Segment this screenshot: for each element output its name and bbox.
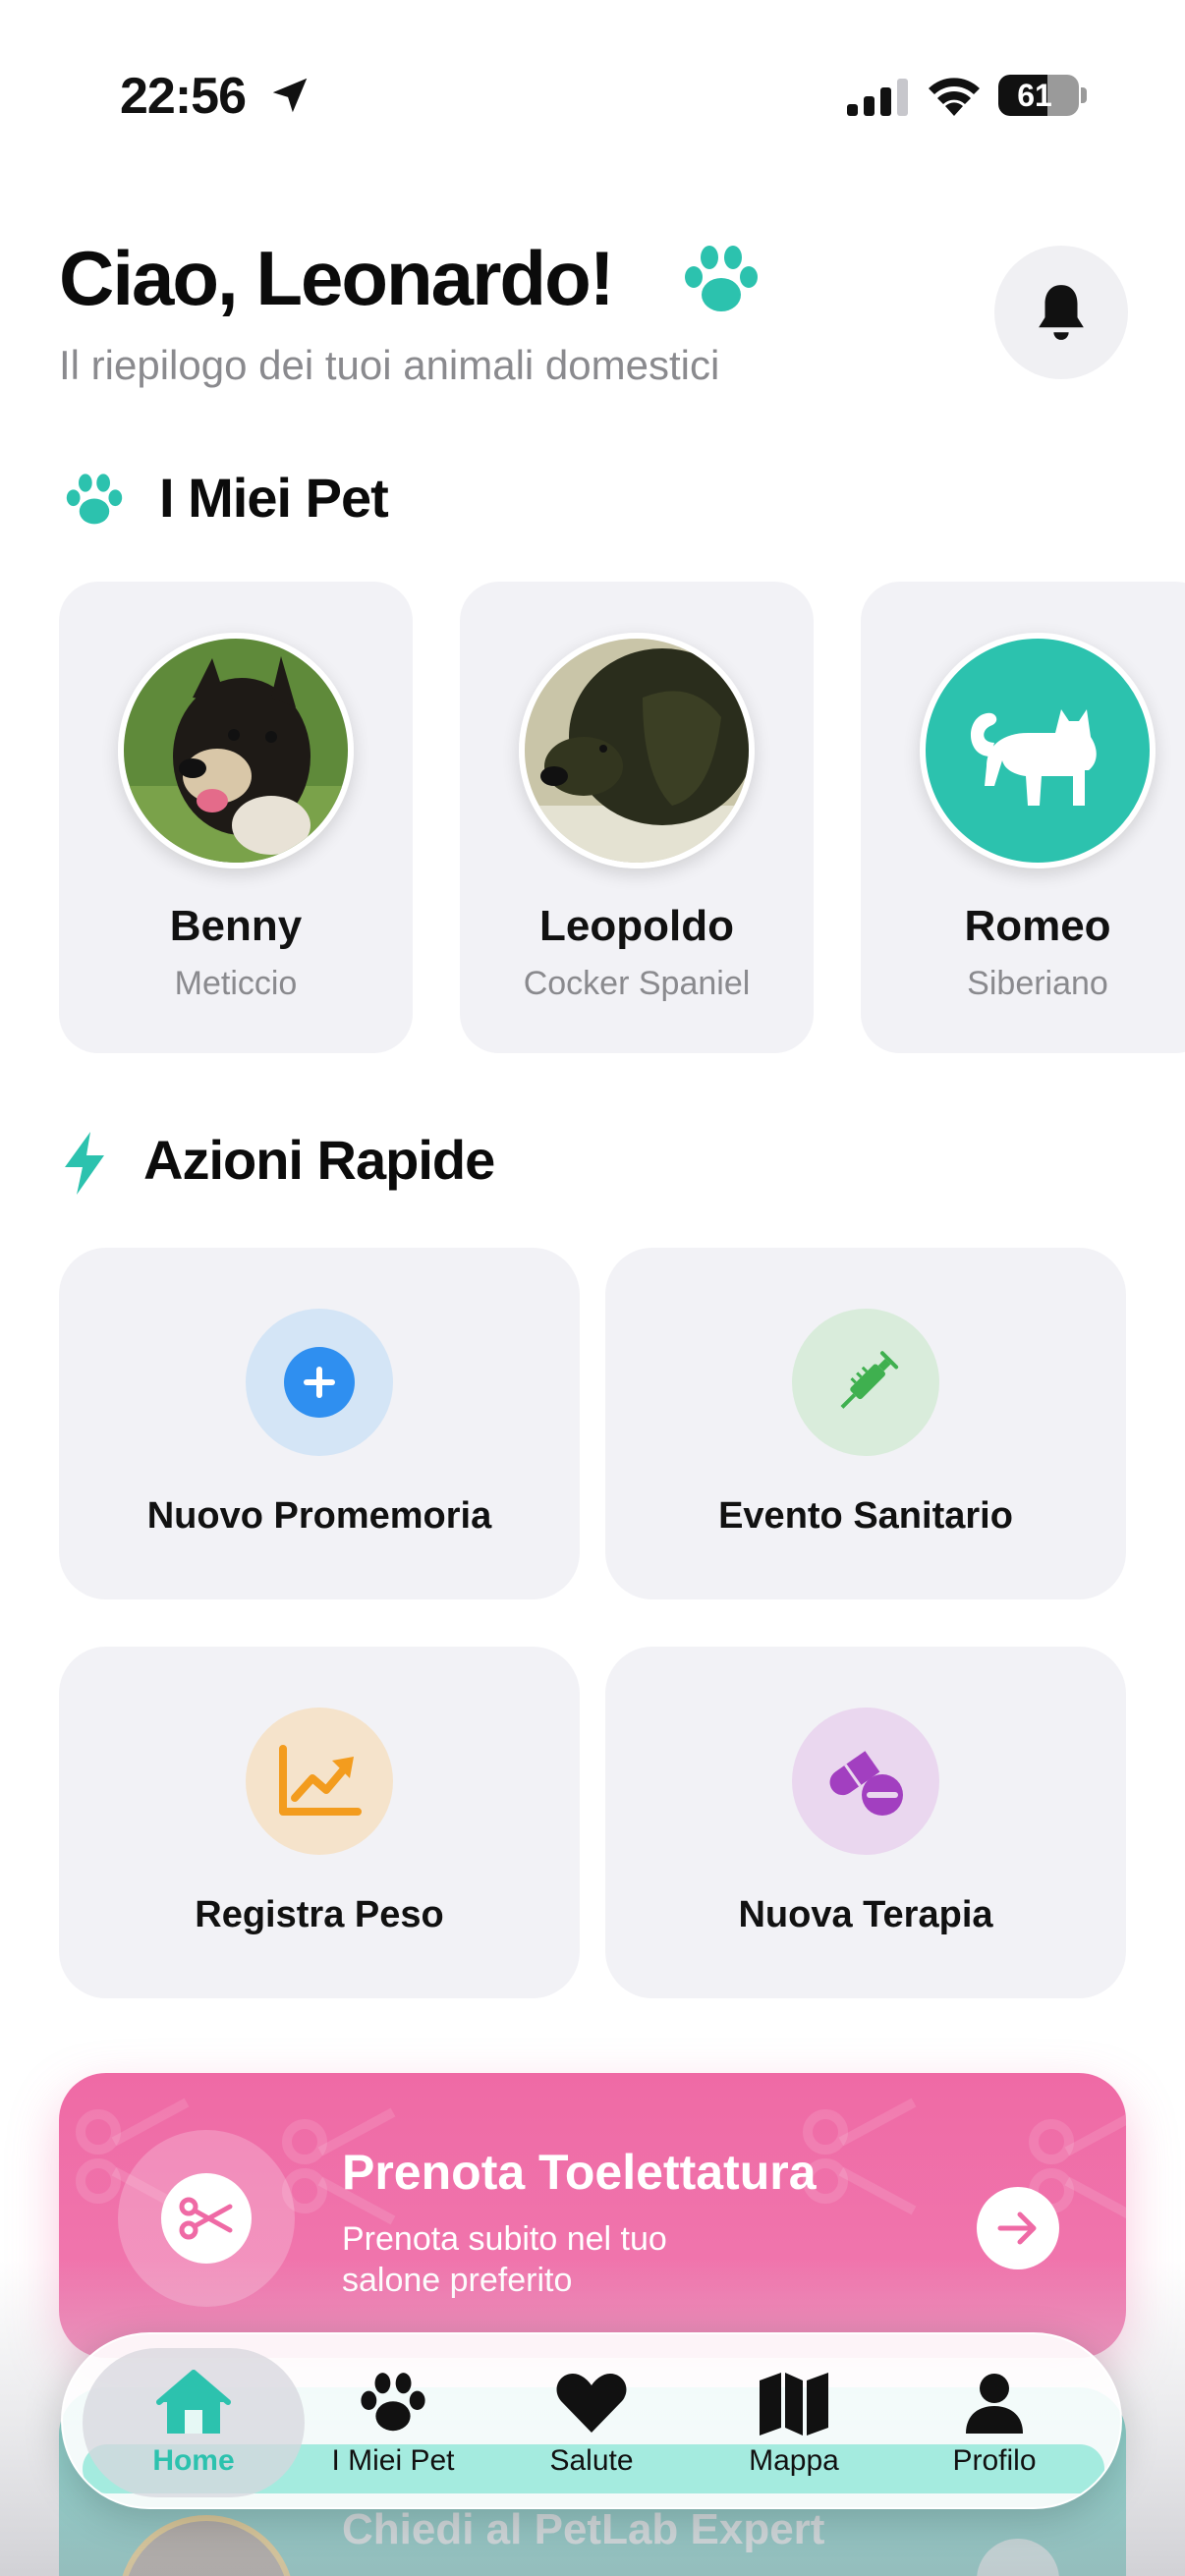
paw-icon [66,474,123,525]
pet-avatar [519,633,755,868]
notifications-button[interactable] [994,246,1128,379]
action-label: Evento Sanitario [718,1495,1013,1537]
tab-home[interactable]: Home [95,2334,292,2507]
action-label: Nuovo Promemoria [146,1495,492,1537]
pet-name: Romeo [964,902,1111,950]
tab-profile[interactable]: Profilo [896,2334,1093,2507]
tab-label: Salute [549,2444,634,2477]
chart-up-icon [279,1745,362,1816]
battery-indicator: 61 [998,75,1079,116]
new-reminder-button[interactable]: Nuovo Promemoria [59,1248,580,1599]
paw-icon [361,2373,425,2432]
house-icon [156,2370,231,2434]
cat-icon [970,709,1097,806]
wifi-icon [929,78,980,116]
tab-label: Profilo [952,2444,1037,2477]
pet-card-benny[interactable]: Benny Meticcio [59,582,413,1053]
status-bar: 22:56 61 [0,0,1185,187]
arrow-right-icon [997,2212,1037,2245]
status-time: 22:56 [120,68,247,125]
map-icon [760,2373,828,2436]
log-weight-button[interactable]: Registra Peso [59,1647,580,1998]
heart-icon [556,2374,627,2433]
pet-breed: Siberiano [967,965,1108,1002]
pet-name: Leopoldo [539,902,734,950]
promo-icon-circle [118,2130,295,2307]
person-icon [966,2374,1023,2434]
tab-bar: Home I Miei Pet Salute Mappa Profilo [61,2332,1122,2509]
promo-arrow-button[interactable] [977,2187,1059,2269]
action-icon-circle [246,1708,393,1855]
greeting-title: Ciao, Leonardo! [59,235,615,321]
tab-my-pets[interactable]: I Miei Pet [295,2334,491,2507]
new-therapy-button[interactable]: Nuova Terapia [605,1647,1126,1998]
header-subtitle: Il riepilogo dei tuoi animali domestici [59,342,720,388]
expert-title: Chiedi al PetLab Expert [342,2505,825,2553]
plus-circle-icon [284,1347,355,1418]
tab-map[interactable]: Mappa [696,2334,892,2507]
promo-text: Prenota subito nel tuo salone preferito [342,2220,667,2299]
paw-icon [685,246,758,311]
action-label: Registra Peso [195,1894,444,1935]
syringe-icon [840,1351,899,1409]
pet-name: Benny [169,902,303,950]
expert-arrow-button[interactable] [977,2539,1059,2576]
action-icon-circle [792,1708,939,1855]
action-icon-circle [792,1309,939,1456]
pills-icon [829,1751,903,1816]
bell-icon [1039,285,1084,340]
action-icon-circle [246,1309,393,1456]
location-arrow-icon [272,78,308,113]
pet-breed: Meticcio [174,965,298,1002]
dog-photo [525,639,749,863]
health-event-button[interactable]: Evento Sanitario [605,1248,1126,1599]
pet-breed: Cocker Spaniel [523,965,751,1002]
tab-label: I Miei Pet [331,2444,455,2477]
pet-card-romeo[interactable]: Romeo Siberiano [861,582,1185,1053]
quick-actions-title: Azioni Rapide [143,1129,495,1191]
pet-avatar [118,633,354,868]
bolt-icon [65,1132,104,1195]
action-label: Nuova Terapia [738,1894,993,1935]
battery-tip [1081,87,1087,103]
scissors-icon [179,2197,233,2240]
cellular-signal-icon [847,79,908,116]
tab-label: Mappa [749,2444,839,2477]
grooming-promo-card[interactable]: Prenota Toelettatura Prenota subito nel … [59,2073,1126,2358]
battery-percent: 61 [1017,78,1052,113]
tab-health[interactable]: Salute [493,2334,690,2507]
pet-avatar [920,633,1156,868]
pets-section-title: I Miei Pet [159,467,389,529]
promo-title: Prenota Toelettatura [342,2145,817,2200]
expert-avatar [118,2515,295,2576]
dog-photo [124,639,348,863]
tab-label: Home [152,2444,235,2477]
pet-card-leopoldo[interactable]: Leopoldo Cocker Spaniel [460,582,814,1053]
